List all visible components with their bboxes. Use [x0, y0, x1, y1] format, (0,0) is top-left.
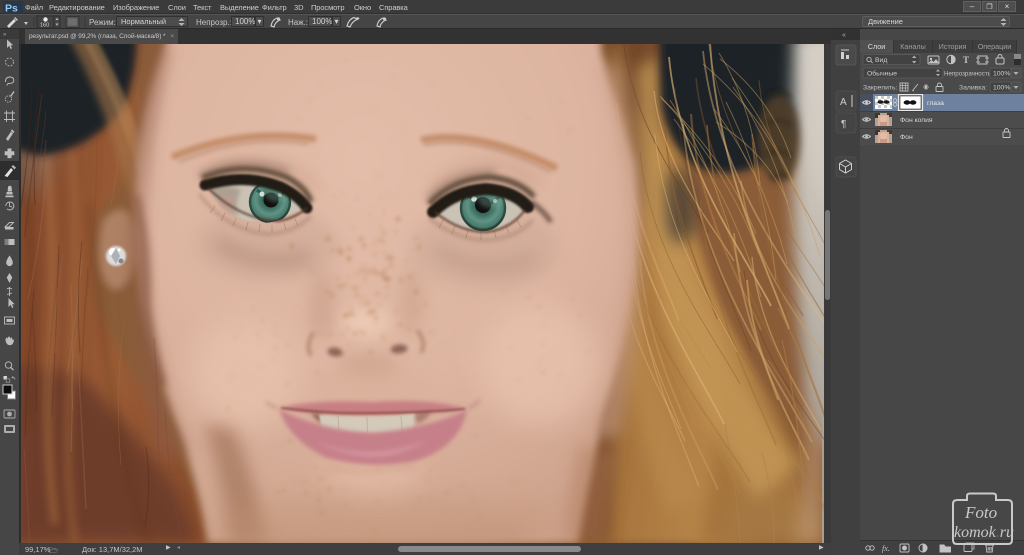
svg-text:глаза: глаза: [927, 100, 944, 107]
svg-text:Непрозрачность:: Непрозрачность:: [944, 71, 993, 78]
svg-text:100%: 100%: [993, 85, 1010, 92]
svg-text:Фон копия: Фон копия: [900, 117, 933, 124]
svg-text:Foto: Foto: [964, 503, 997, 522]
svg-text:fx.: fx.: [882, 544, 890, 553]
svg-text:Вид: Вид: [875, 57, 887, 64]
svg-text:A: A: [840, 97, 847, 108]
svg-text:¶: ¶: [841, 119, 846, 130]
svg-text:160: 160: [40, 23, 49, 29]
svg-text:100%: 100%: [993, 71, 1010, 78]
svg-text:Фон: Фон: [900, 134, 913, 141]
svg-text:Закрепить:: Закрепить:: [863, 85, 898, 92]
svg-text:Ps: Ps: [5, 3, 18, 15]
svg-text:«: «: [842, 32, 846, 39]
svg-text:Обычные: Обычные: [867, 70, 897, 78]
svg-text:komok.ru: komok.ru: [954, 524, 1014, 541]
svg-text:Заливка:: Заливка:: [959, 85, 987, 92]
svg-text:T: T: [963, 55, 969, 65]
